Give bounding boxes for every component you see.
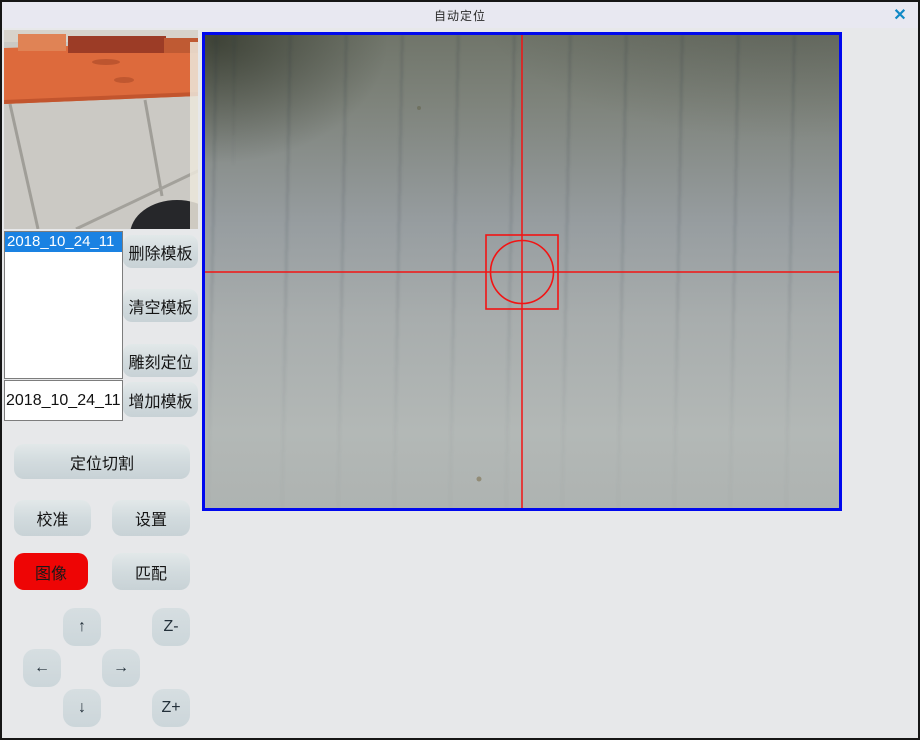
jog-right-button[interactable]: → — [102, 649, 140, 687]
clear-templates-button[interactable]: 清空模板 — [123, 289, 198, 322]
window-title: 自动定位 — [434, 7, 486, 24]
crosshair-overlay — [205, 35, 839, 508]
auto-position-window: 自动定位 ✕ 2018_10_24_11 — [0, 0, 920, 740]
jog-left-button[interactable]: ← — [23, 649, 61, 687]
calibrate-button[interactable]: 校准 — [14, 500, 91, 536]
jog-down-button[interactable]: ↓ — [63, 689, 101, 727]
match-button[interactable]: 匹配 — [112, 553, 190, 590]
camera-view[interactable] — [202, 32, 842, 511]
add-template-button[interactable]: 增加模板 — [123, 382, 198, 417]
settings-button[interactable]: 设置 — [112, 500, 190, 536]
delete-template-button[interactable]: 删除模板 — [123, 235, 198, 268]
template-thumbnail — [4, 30, 198, 229]
position-cut-button[interactable]: 定位切割 — [14, 444, 190, 479]
thumbnail-image — [4, 30, 198, 229]
engrave-position-button[interactable]: 雕刻定位 — [123, 344, 198, 377]
jog-z-plus-button[interactable]: Z+ — [152, 689, 190, 727]
jog-up-button[interactable]: ↑ — [63, 608, 101, 646]
template-list-item[interactable]: 2018_10_24_11 — [5, 232, 122, 252]
template-name-input[interactable] — [4, 380, 123, 421]
close-icon[interactable]: ✕ — [888, 4, 912, 26]
image-button[interactable]: 图像 — [14, 553, 88, 590]
title-bar: 自动定位 ✕ — [2, 2, 918, 28]
jog-z-minus-button[interactable]: Z- — [152, 608, 190, 646]
template-list[interactable]: 2018_10_24_11 — [4, 231, 123, 379]
